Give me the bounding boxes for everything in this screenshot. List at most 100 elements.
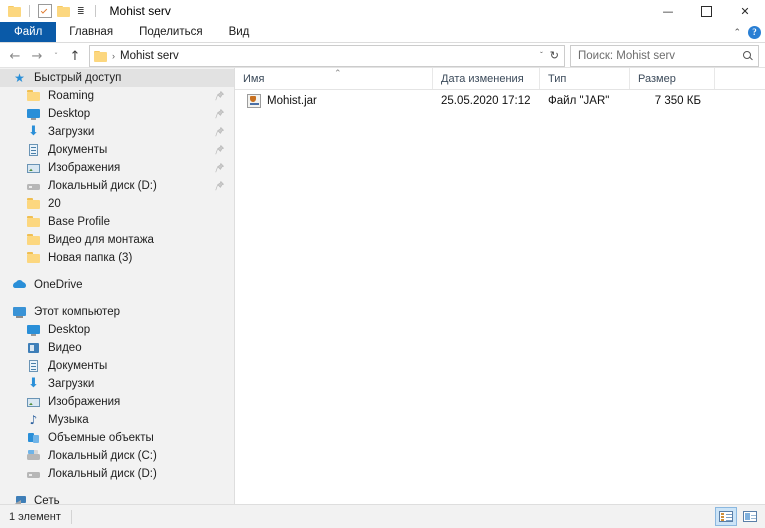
properties-icon[interactable] [38,4,52,18]
sidebar-item-local-disk-d[interactable]: Локальный диск (D:) [0,177,234,195]
sidebar-item-pc-downloads[interactable]: ⬇ Загрузки [0,375,234,393]
large-icons-view-button[interactable] [739,507,761,526]
sidebar-item-pictures[interactable]: Изображения [0,159,234,177]
sidebar-label: Объемные объекты [48,432,154,444]
tab-share[interactable]: Поделиться [126,22,216,42]
sidebar-item-network[interactable]: Сеть [0,492,234,504]
column-header-name[interactable]: Имя ⌃ [235,68,433,89]
customize-chevron-icon[interactable]: ≣ [75,6,87,16]
sidebar-item-pc-local-disk-c[interactable]: Локальный диск (C:) [0,447,234,465]
sidebar-item-pc-documents[interactable]: Документы [0,357,234,375]
network-icon [12,494,27,504]
downloads-icon: ⬇ [28,124,39,139]
sidebar-item-video-montage[interactable]: Видео для монтажа [0,231,234,249]
help-icon[interactable]: ? [748,25,761,39]
file-list-pane[interactable]: Имя ⌃ Дата изменения Тип Размер Mohist.j… [235,68,765,504]
minimize-button[interactable]: — [649,0,687,22]
sidebar-label: Сеть [34,495,60,504]
up-button[interactable]: ↑ [64,46,86,66]
column-header-size[interactable]: Размер [630,68,715,89]
this-pc-icon [12,305,27,319]
title-bar: ≣ Mohist serv — ✕ [0,0,765,22]
folder-icon [26,89,41,103]
sidebar-label: Документы [48,360,108,372]
ribbon-right-controls: ⌃ ? [733,22,761,42]
downloads-icon: ⬇ [28,376,39,391]
column-header-date[interactable]: Дата изменения [433,68,540,89]
close-button[interactable]: ✕ [725,0,765,22]
sidebar-label: 20 [48,198,61,210]
search-input[interactable]: Поиск: Mohist serv [570,45,759,67]
file-name-cell[interactable]: Mohist.jar [235,93,433,108]
3d-objects-icon [26,431,41,445]
ribbon-tabs: Файл Главная Поделиться Вид ⌃ ? [0,22,765,43]
tab-view[interactable]: Вид [216,22,263,42]
pin-icon[interactable] [215,163,224,173]
status-bar: 1 элемент [0,504,765,528]
sidebar-item-documents[interactable]: Документы [0,141,234,159]
sidebar-item-pc-local-disk-d[interactable]: Локальный диск (D:) [0,465,234,483]
status-divider [70,509,72,524]
maximize-button[interactable] [687,0,725,22]
sidebar-item-new-folder-3[interactable]: Новая папка (3) [0,249,234,267]
tab-file[interactable]: Файл [0,22,57,42]
table-row[interactable]: Mohist.jar 25.05.2020 17:12 Файл "JAR" 7… [235,90,765,111]
sidebar-item-onedrive[interactable]: OneDrive [0,276,234,294]
sidebar-item-20[interactable]: 20 [0,195,234,213]
desktop-icon [26,107,41,121]
sidebar-label: Локальный диск (D:) [48,180,157,192]
pin-icon[interactable] [215,127,224,137]
sidebar-item-quick-access[interactable]: ★ Быстрый доступ [0,69,234,87]
pin-icon[interactable] [215,109,224,119]
sidebar-label: Быстрый доступ [34,72,122,84]
search-placeholder: Поиск: Mohist serv [578,50,676,62]
back-button[interactable]: ← [4,46,26,66]
desktop-icon [26,323,41,337]
sidebar-item-pc-desktop[interactable]: Desktop [0,321,234,339]
pin-icon[interactable] [215,181,224,191]
sidebar-item-desktop[interactable]: Desktop [0,105,234,123]
pictures-icon [26,161,41,175]
folder-icon [26,215,41,229]
new-folder-icon[interactable] [57,5,70,17]
breadcrumb-folder-icon [94,50,107,62]
sidebar-item-pc-video[interactable]: Видео [0,339,234,357]
drive-icon [26,467,41,481]
sidebar-item-pc-3d-objects[interactable]: Объемные объекты [0,429,234,447]
sidebar-item-pc-pictures[interactable]: Изображения [0,393,234,411]
pin-icon[interactable] [215,91,224,101]
sidebar-label: Desktop [48,108,91,120]
sidebar-label: Локальный диск (C:) [48,450,157,462]
chevron-down-icon[interactable]: ˇ [540,51,543,60]
tab-home[interactable]: Главная [56,22,126,42]
chevron-down-icon[interactable]: ⌃ [733,27,741,37]
refresh-icon[interactable]: ↻ [550,49,559,62]
forward-button[interactable]: → [26,46,48,66]
file-date-cell: 25.05.2020 17:12 [441,94,531,107]
sidebar-item-downloads[interactable]: ⬇ Загрузки [0,123,234,141]
sidebar-item-this-pc[interactable]: Этот компьютер [0,303,234,321]
breadcrumb-item-0[interactable]: Mohist serv [120,50,179,62]
documents-icon [26,359,41,373]
pin-icon[interactable] [215,145,224,155]
column-header-type[interactable]: Тип [540,68,630,89]
maximize-icon [700,5,712,17]
sidebar-label: Base Profile [48,216,111,228]
sidebar-item-base-profile[interactable]: Base Profile [0,213,234,231]
details-view-button[interactable] [715,507,737,526]
breadcrumb[interactable]: › Mohist serv ˇ ↻ [89,45,565,67]
sidebar-label: Новая папка (3) [48,252,133,264]
sidebar-item-pc-music[interactable]: ♪ Музыка [0,411,234,429]
navigation-pane[interactable]: ★ Быстрый доступ Roaming Desktop ⬇ Загру… [0,68,235,504]
folder-icon [26,233,41,247]
sidebar-label: Музыка [48,414,89,426]
breadcrumb-separator-icon: › [112,51,115,61]
window-title: Mohist serv [109,4,171,18]
sidebar-item-roaming[interactable]: Roaming [0,87,234,105]
pictures-icon [26,395,41,409]
recent-locations-button[interactable]: ˇ [48,46,64,66]
folder-icon[interactable] [8,5,21,17]
